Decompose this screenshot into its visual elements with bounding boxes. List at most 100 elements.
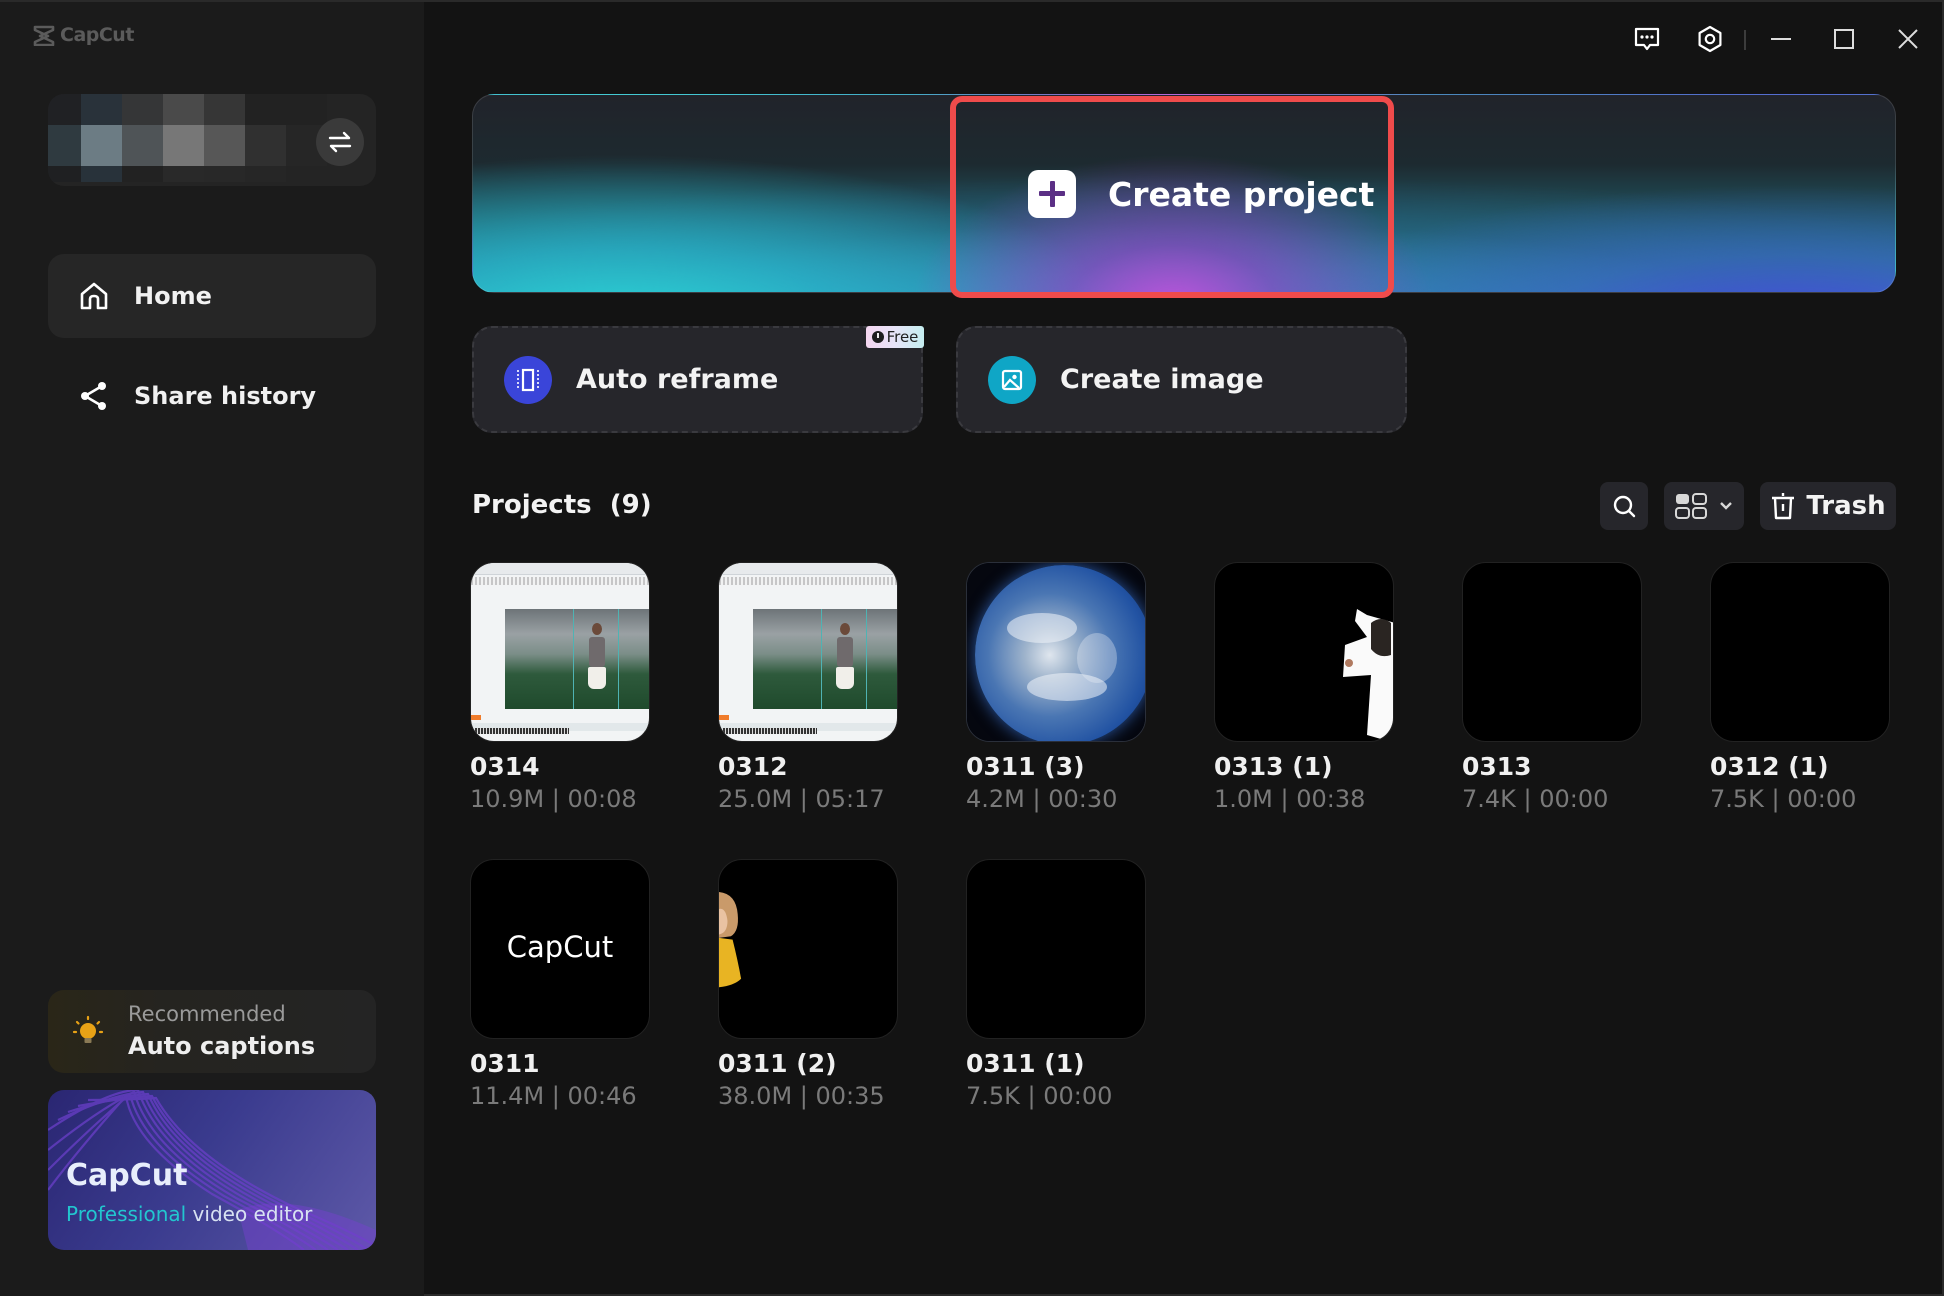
promo-subtitle-highlight: Professional [66,1202,187,1226]
logo-text: CapCut [60,24,134,46]
search-projects-button[interactable] [1600,482,1648,530]
lightbulb-icon [72,1015,104,1043]
projects-heading: Projects (9) [472,490,652,520]
reframe-icon [504,355,552,404]
minimize-icon [1771,38,1791,40]
feedback-icon [1634,27,1660,51]
project-thumbnail[interactable] [718,562,898,742]
project-card[interactable]: CapCut 0311 11.4M | 00:46 [470,859,652,1110]
create-project-label: Create project [1108,174,1375,214]
home-icon [80,282,108,310]
project-card[interactable]: 0311 (2) 38.0M | 00:35 [718,859,900,1110]
auto-reframe-label: Auto reframe [576,364,779,395]
projects-title: Projects [472,490,592,520]
view-mode-button[interactable] [1664,482,1744,530]
trash-button[interactable]: Trash [1760,482,1896,530]
promo-subtitle-rest: video editor [186,1202,313,1226]
project-name: 0311 [470,1049,540,1078]
promo-subtitle: Professional video editor [66,1202,312,1226]
project-name: 0311 (3) [966,752,1085,781]
project-meta: 11.4M | 00:46 [470,1082,637,1110]
minimize-button[interactable] [1766,24,1796,54]
project-name: 0313 (1) [1214,752,1333,781]
project-thumbnail[interactable] [966,859,1146,1039]
project-card[interactable]: 0311 (1) 7.5K | 00:00 [966,859,1148,1110]
settings-icon [1698,25,1722,53]
share-icon [81,382,106,410]
switch-account-button[interactable] [316,118,364,166]
sidebar-item-label: Share history [134,382,317,410]
capcut-window: CapCut Home Share history Recommended Au… [0,0,1944,1296]
feedback-button[interactable] [1632,24,1662,54]
promo-title: CapCut [66,1158,188,1193]
capcut-logo: CapCut [32,24,134,46]
project-meta: 7.5K | 00:00 [1710,785,1857,813]
account-card[interactable] [48,94,376,186]
swap-icon [328,131,352,153]
cutout-person-thumb [1343,609,1393,741]
free-badge-label: Free [886,328,919,346]
close-icon [1898,29,1918,49]
project-name: 0312 [718,752,788,781]
project-thumbnail[interactable] [1710,562,1890,742]
create-project-button[interactable]: Create project [1028,170,1374,218]
project-thumbnail[interactable] [718,859,898,1039]
project-name: 0311 (2) [718,1049,837,1078]
project-card[interactable]: 0312 25.0M | 05:17 [718,562,900,813]
project-name: 0314 [470,752,540,781]
project-meta: 7.4K | 00:00 [1462,785,1609,813]
project-card[interactable]: 0314 10.9M | 00:08 [470,562,652,813]
create-image-label: Create image [1060,364,1264,395]
editor-screenshot-thumb [471,563,649,741]
sidebar-item-home[interactable]: Home [48,254,376,338]
project-thumbnail[interactable]: CapCut [470,859,650,1039]
project-thumbnail[interactable] [1462,562,1642,742]
clock-icon [871,331,884,343]
trash-icon [1772,493,1795,520]
recommended-title: Auto captions [128,1032,316,1060]
recommended-caption: Recommended [128,1002,286,1026]
project-thumbnail[interactable] [1214,562,1394,742]
project-card[interactable]: 0313 7.4K | 00:00 [1462,562,1644,813]
image-icon [988,355,1036,404]
girl-yellow-thumb [719,892,742,988]
project-card[interactable]: 0313 (1) 1.0M | 00:38 [1214,562,1396,813]
project-thumbnail[interactable] [966,562,1146,742]
create-image-card[interactable]: Create image [956,326,1407,433]
plus-icon [1028,170,1076,218]
project-thumbnail[interactable] [470,562,650,742]
free-badge: Free [866,326,924,348]
project-meta: 10.9M | 00:08 [470,785,637,813]
project-meta: 7.5K | 00:00 [966,1082,1113,1110]
trash-label: Trash [1806,491,1886,521]
projects-count: (9) [609,490,652,520]
editor-screenshot-thumb [719,563,897,741]
chevron-down-icon [1720,502,1732,510]
capcut-promo-card[interactable]: CapCut Professional video editor [48,1090,376,1250]
project-meta: 1.0M | 00:38 [1214,785,1366,813]
earth-thumb [967,563,1145,741]
close-button[interactable] [1893,24,1923,54]
maximize-button[interactable] [1829,24,1859,54]
search-icon [1613,495,1636,518]
project-name: 0312 (1) [1710,752,1829,781]
project-name: 0313 [1462,752,1532,781]
capcut-logo-icon [33,25,55,46]
project-meta: 4.2M | 00:30 [966,785,1118,813]
recommended-auto-captions-card[interactable]: Recommended Auto captions [48,990,376,1073]
settings-button[interactable] [1695,24,1725,54]
project-card[interactable]: 0312 (1) 7.5K | 00:00 [1710,562,1892,813]
project-name: 0311 (1) [966,1049,1085,1078]
grid-view-icon [1675,493,1707,519]
project-meta: 38.0M | 00:35 [718,1082,885,1110]
sidebar-item-label: Home [134,282,212,310]
sidebar-item-share-history[interactable]: Share history [48,354,376,438]
titlebar-separator [1744,30,1746,50]
project-meta: 25.0M | 05:17 [718,785,885,813]
auto-reframe-card[interactable]: Auto reframe [472,326,923,433]
maximize-icon [1834,29,1854,49]
avatar-blurred [48,94,327,182]
project-card[interactable]: 0311 (3) 4.2M | 00:30 [966,562,1148,813]
capcut-text-thumb: CapCut [506,930,614,964]
sidebar: CapCut Home Share history Recommended Au… [0,2,424,1296]
